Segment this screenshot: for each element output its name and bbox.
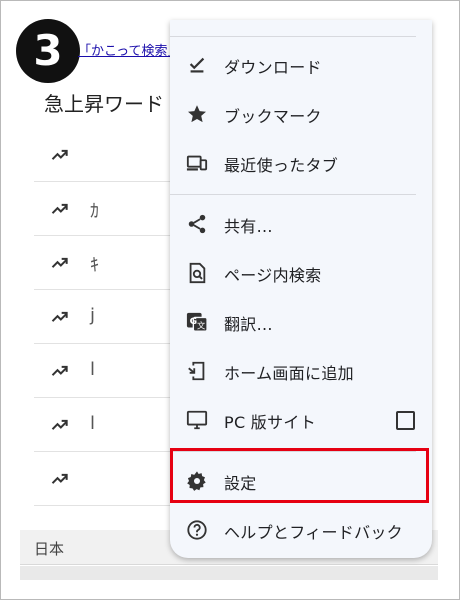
trending-list: ｶ ｷ j l l [34,128,174,506]
region-label: 日本 [34,540,65,558]
svg-text:文: 文 [197,320,205,330]
download-done-icon [186,54,208,76]
menu-item-label: ヘルプとフィードバック [224,523,403,542]
menu-item-label: 共有... [224,217,273,236]
star-icon [186,103,208,125]
trending-row-label: ｷ [90,255,99,276]
translate-icon: G文 [186,311,208,333]
trending-row[interactable]: ｷ [34,236,174,290]
trending-up-icon [51,203,68,214]
svg-text:G: G [190,316,198,327]
trending-row-label: ｶ [90,201,99,222]
trending-row[interactable]: ｶ [34,182,174,236]
gear-icon [186,470,208,492]
trending-row-label: j [90,305,96,326]
menu-item-label: 設定 [224,474,257,493]
menu-item-recent-tabs[interactable]: 最近使ったタブ [170,139,432,187]
menu-divider [170,451,416,452]
trending-row[interactable] [34,452,174,506]
menu-item-settings[interactable]: 設定 [170,457,432,505]
trending-up-icon [51,365,68,376]
menu-item-share[interactable]: 共有... [170,200,432,248]
menu-item-label: ページ内検索 [224,266,322,285]
menu-item-bookmarks[interactable]: ブックマーク [170,90,432,138]
trending-up-icon [51,311,68,322]
trending-up-icon [51,257,68,268]
menu-item-label: 翻訳... [224,315,273,334]
menu-item-label: ダウンロード [224,58,322,77]
step-number-badge: 3 [16,19,80,83]
menu-item-label: ホーム画面に追加 [224,364,354,383]
circle-to-search-link[interactable]: 「かこって検索」 [78,40,180,59]
menu-item-translate[interactable]: G文 翻訳... [170,298,432,346]
footer-bar [20,566,438,580]
menu-divider [170,194,416,195]
menu-item-find-in-page[interactable]: ページ内検索 [170,249,432,297]
desktop-site-checkbox[interactable] [396,411,415,430]
menu-item-desktop-site[interactable]: PC 版サイト [170,396,432,444]
trending-row-label: l [90,359,96,380]
trending-row[interactable] [34,128,174,182]
menu-item-downloads[interactable]: ダウンロード [170,41,432,89]
help-icon [186,519,208,541]
trending-up-icon [51,419,68,430]
desktop-icon [186,409,208,431]
trending-up-icon [51,149,68,160]
trending-searches-title: 急上昇ワード [44,92,164,116]
find-in-page-icon [186,262,208,284]
menu-item-label: 最近使ったタブ [224,156,339,175]
menu-divider [170,36,416,37]
menu-item-label: PC 版サイト [224,413,317,432]
overflow-menu: ダウンロード ブックマーク 最近使ったタブ 共有... ページ内検索 G文 翻訳… [170,20,432,558]
trending-row[interactable]: j [34,290,174,344]
trending-row[interactable]: l [34,398,174,452]
add-to-home-screen-icon [186,360,208,382]
menu-item-label: ブックマーク [224,107,322,126]
share-icon [186,213,208,235]
trending-row-label: l [90,413,96,434]
menu-item-add-to-home-screen[interactable]: ホーム画面に追加 [170,347,432,395]
trending-row[interactable]: l [34,344,174,398]
trending-up-icon [51,473,68,484]
devices-icon [186,152,208,174]
menu-item-help-feedback[interactable]: ヘルプとフィードバック [170,506,432,554]
